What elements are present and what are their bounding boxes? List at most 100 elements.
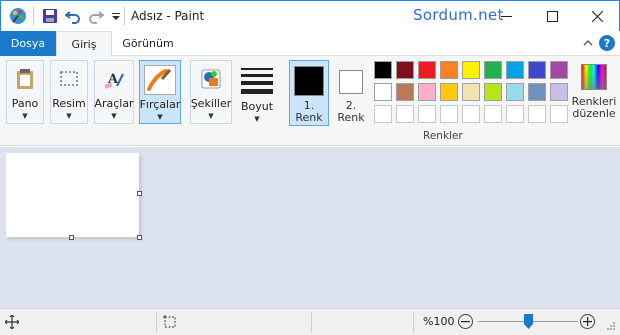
canvas-workspace[interactable]: [0, 147, 620, 308]
image-button[interactable]: Resim ▼: [50, 60, 88, 124]
title-separator: [33, 7, 34, 25]
color2-button[interactable]: 2. Renk: [331, 60, 371, 126]
color-swatch[interactable]: [484, 105, 502, 123]
tools-label: Araçlar: [94, 97, 134, 110]
shapes-icon: [197, 65, 225, 93]
customize-toolbar-icon[interactable]: [107, 7, 125, 25]
brushes-button[interactable]: Fırçalar ▼: [139, 60, 181, 124]
color-swatch[interactable]: [484, 83, 502, 101]
color-swatch[interactable]: [396, 83, 414, 101]
chevron-down-icon: ▼: [157, 113, 163, 121]
image-label: Resim: [52, 97, 86, 110]
cursor-position-icon: [4, 314, 20, 332]
color-swatch[interactable]: [440, 105, 458, 123]
color-swatch[interactable]: [484, 61, 502, 79]
status-bar: %100: [0, 308, 620, 335]
color-swatch[interactable]: [462, 105, 480, 123]
selection-size-icon: [162, 314, 178, 333]
color-swatch[interactable]: [440, 83, 458, 101]
color1-label: 1. Renk: [295, 99, 323, 124]
close-icon: [591, 11, 603, 22]
color-swatch[interactable]: [506, 105, 524, 123]
clipboard-label: Pano: [11, 97, 39, 110]
chevron-down-icon: ▼: [22, 112, 28, 120]
color-swatch[interactable]: [550, 61, 568, 79]
status-separator: [413, 312, 414, 333]
brush-icon: [144, 65, 176, 95]
chevron-down-icon: ▼: [254, 115, 260, 123]
color-swatch[interactable]: [418, 105, 436, 123]
color1-swatch: [294, 66, 324, 96]
color2-label: 2. Renk: [337, 99, 365, 124]
color-swatch[interactable]: [374, 61, 392, 79]
window-title: Adsız - Paint: [131, 9, 205, 23]
color-swatch[interactable]: [506, 61, 524, 79]
line-size-icon: [241, 65, 273, 96]
resize-grip-icon[interactable]: [606, 321, 616, 334]
maximize-button[interactable]: [529, 1, 575, 32]
color-swatch[interactable]: [528, 83, 546, 101]
color-spectrum-icon: [581, 64, 607, 90]
tab-file[interactable]: Dosya: [0, 31, 56, 56]
tab-home[interactable]: Giriş: [56, 31, 112, 57]
minimize-icon: [500, 16, 512, 17]
color-swatch[interactable]: [528, 105, 546, 123]
resize-handle-corner[interactable]: [137, 235, 142, 240]
color-swatch[interactable]: [396, 61, 414, 79]
size-label: Boyut: [240, 100, 274, 113]
color-swatch[interactable]: [418, 61, 436, 79]
color-swatch[interactable]: [418, 83, 436, 101]
zoom-level: %100: [423, 315, 455, 328]
edit-colors-button[interactable]: Renkleri düzenle: [572, 60, 616, 126]
color-swatch[interactable]: [440, 61, 458, 79]
color-swatch[interactable]: [550, 105, 568, 123]
close-button[interactable]: [574, 1, 620, 32]
chevron-down-icon: ▼: [66, 112, 72, 120]
color-swatch[interactable]: [396, 105, 414, 123]
color-swatch[interactable]: [506, 83, 524, 101]
status-separator: [311, 312, 312, 333]
brushes-label: Fırçalar: [139, 98, 181, 111]
size-button[interactable]: Boyut ▼: [237, 60, 277, 124]
ribbon-tab-bar: Dosya Giriş Görünüm ?: [0, 31, 620, 57]
resize-handle-bottom[interactable]: [69, 235, 74, 240]
tab-view[interactable]: Görünüm: [112, 31, 184, 56]
resize-handle-right[interactable]: [137, 191, 142, 196]
ribbon-panel: Pano ▼ Resim ▼ A Araçlar ▼ Fırçalar ▼ Şe…: [0, 56, 620, 146]
color-swatch[interactable]: [550, 83, 568, 101]
redo-icon[interactable]: [87, 7, 105, 25]
shapes-button[interactable]: Şekiller ▼: [190, 60, 232, 124]
color-swatch[interactable]: [374, 83, 392, 101]
tools-button[interactable]: A Araçlar ▼: [94, 60, 134, 124]
save-icon[interactable]: [41, 7, 59, 25]
color1-button[interactable]: 1. Renk: [289, 60, 329, 126]
select-rectangle-icon: [55, 65, 83, 93]
chevron-down-icon: ▼: [111, 112, 117, 120]
help-icon[interactable]: ?: [599, 35, 615, 51]
shapes-label: Şekiller: [190, 97, 232, 110]
collapse-ribbon-icon[interactable]: [582, 37, 594, 52]
color-swatch[interactable]: [462, 61, 480, 79]
paint-app-icon[interactable]: [9, 7, 27, 25]
title-separator: [124, 7, 125, 25]
color2-swatch: [339, 70, 363, 94]
clipboard-button[interactable]: Pano ▼: [6, 60, 44, 124]
drawing-canvas[interactable]: [6, 153, 139, 237]
color-swatch[interactable]: [374, 105, 392, 123]
clipboard-icon: [11, 65, 39, 93]
zoom-out-button[interactable]: [458, 314, 473, 329]
plus-icon: [583, 317, 592, 326]
maximize-icon: [546, 11, 558, 22]
status-separator: [156, 312, 157, 333]
zoom-in-button[interactable]: [580, 314, 595, 329]
edit-colors-label: Renkleri düzenle: [571, 95, 617, 120]
tools-icon: A: [100, 65, 128, 93]
color-swatch[interactable]: [528, 61, 546, 79]
undo-icon[interactable]: [64, 7, 82, 25]
chevron-down-icon: ▼: [208, 112, 214, 120]
color-swatch[interactable]: [462, 83, 480, 101]
zoom-slider-thumb[interactable]: [523, 314, 533, 329]
minus-icon: [461, 321, 470, 323]
minimize-button[interactable]: [483, 1, 529, 32]
colors-group-label: Renkler: [423, 130, 463, 142]
